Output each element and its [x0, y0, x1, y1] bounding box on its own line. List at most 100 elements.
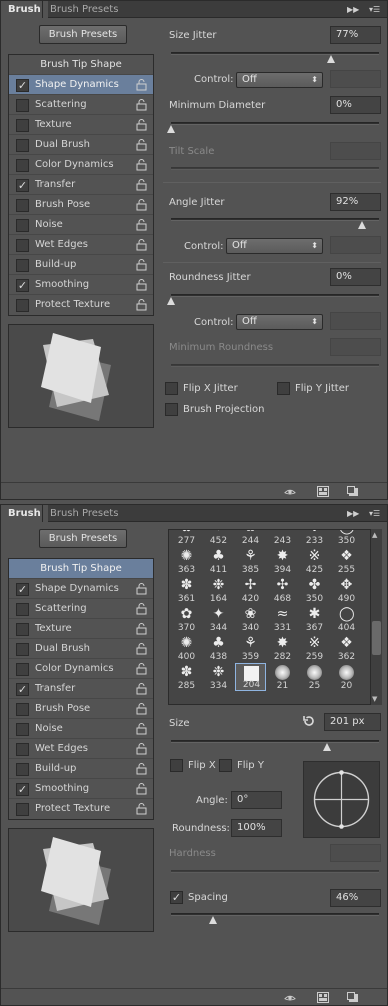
brush-tip-cell[interactable]: ✺ 363: [171, 547, 202, 576]
brush-presets-button[interactable]: Brush Presets: [39, 25, 127, 44]
lock-icon[interactable]: [136, 603, 147, 615]
sidebar-item-smoothing[interactable]: ✓ Smoothing: [9, 779, 153, 799]
lock-icon[interactable]: [136, 179, 147, 191]
lock-icon[interactable]: [136, 219, 147, 231]
color-dynamics-checkbox[interactable]: [16, 159, 29, 172]
size-jitter-input[interactable]: 77%: [330, 26, 381, 44]
shape-dynamics-checkbox[interactable]: ✓: [16, 583, 29, 596]
sidebar-item-texture[interactable]: Texture: [9, 115, 153, 135]
sidebar-item-protect-texture[interactable]: Protect Texture: [9, 295, 153, 315]
spacing-checkbox[interactable]: ✓: [170, 891, 183, 904]
flip-x-jitter-checkbox[interactable]: [165, 382, 178, 395]
brush-tip-cell[interactable]: ✦452: [203, 530, 234, 546]
size-slider-thumb[interactable]: [323, 743, 331, 751]
minimum-diameter-slider-thumb[interactable]: [167, 125, 175, 133]
noise-checkbox[interactable]: [16, 219, 29, 232]
brush-tip-cell[interactable]: ✥ 490: [331, 576, 362, 605]
brush-tip-cell[interactable]: ※ 425: [299, 547, 330, 576]
sidebar-item-brush-tip-shape[interactable]: Brush Tip Shape: [9, 559, 153, 579]
brush-tip-cell[interactable]: ✽ 285: [171, 663, 202, 692]
lock-icon[interactable]: [136, 763, 147, 775]
sidebar-item-wet-edges[interactable]: Wet Edges: [9, 235, 153, 255]
lock-icon[interactable]: [136, 279, 147, 291]
roundness-jitter-slider-thumb[interactable]: [167, 297, 175, 305]
sidebar-item-build-up[interactable]: Build-up: [9, 255, 153, 275]
lock-icon[interactable]: [136, 79, 147, 91]
new-preset-icon[interactable]: [347, 486, 359, 497]
sidebar-item-dual-brush[interactable]: Dual Brush: [9, 135, 153, 155]
brush-tip-cell[interactable]: ❀ 340: [235, 605, 266, 634]
brush-pose-checkbox[interactable]: [16, 199, 29, 212]
panel-menu-icon[interactable]: ▾☰: [369, 3, 380, 16]
lock-icon[interactable]: [136, 259, 147, 271]
lock-icon[interactable]: [136, 643, 147, 655]
sidebar-item-noise[interactable]: Noise: [9, 719, 153, 739]
build-up-checkbox[interactable]: [16, 763, 29, 776]
angle-input[interactable]: 0°: [231, 791, 282, 809]
protect-texture-checkbox[interactable]: [16, 299, 29, 312]
brush-tip-cell[interactable]: 21: [267, 663, 298, 691]
dual-brush-checkbox[interactable]: [16, 139, 29, 152]
sidebar-item-transfer[interactable]: ✓ Transfer: [9, 679, 153, 699]
brush-tip-cell[interactable]: ✦ 344: [203, 605, 234, 634]
build-up-checkbox[interactable]: [16, 259, 29, 272]
angle-jitter-input[interactable]: 92%: [330, 193, 381, 211]
sidebar-item-scattering[interactable]: Scattering: [9, 95, 153, 115]
brush-tip-cell[interactable]: ◯ 404: [331, 605, 362, 634]
sidebar-item-transfer[interactable]: ✓ Transfer: [9, 175, 153, 195]
brush-tip-cell[interactable]: 25: [299, 663, 330, 691]
roundness-jitter-slider[interactable]: [171, 294, 379, 297]
lock-icon[interactable]: [136, 299, 147, 311]
color-dynamics-checkbox[interactable]: [16, 663, 29, 676]
brush-presets-button[interactable]: Brush Presets: [39, 529, 127, 548]
collapse-icon[interactable]: ▶▶: [347, 3, 359, 16]
transfer-checkbox[interactable]: ✓: [16, 179, 29, 192]
sidebar-item-color-dynamics[interactable]: Color Dynamics: [9, 155, 153, 175]
tab-brush-presets[interactable]: Brush Presets: [42, 505, 125, 522]
brush-tip-cell[interactable]: ❖ 362: [331, 634, 362, 663]
brush-tip-scrollbar[interactable]: ▲ ▼: [370, 529, 382, 705]
brush-tip-cell[interactable]: ♣ 411: [203, 547, 234, 576]
tab-brush[interactable]: Brush: [1, 1, 48, 18]
scroll-thumb[interactable]: [372, 621, 381, 655]
brush-tip-cell[interactable]: ✽ 361: [171, 576, 202, 605]
brush-tip-cell[interactable]: ✿ 370: [171, 605, 202, 634]
sidebar-item-build-up[interactable]: Build-up: [9, 759, 153, 779]
sidebar-item-color-dynamics[interactable]: Color Dynamics: [9, 659, 153, 679]
brush-tip-cell[interactable]: ◯350: [331, 530, 362, 546]
lock-icon[interactable]: [136, 803, 147, 815]
wet-edges-checkbox[interactable]: [16, 743, 29, 756]
sidebar-item-protect-texture[interactable]: Protect Texture: [9, 799, 153, 819]
sidebar-item-brush-pose[interactable]: Brush Pose: [9, 699, 153, 719]
noise-checkbox[interactable]: [16, 723, 29, 736]
spacing-input[interactable]: 46%: [330, 889, 381, 907]
spacing-slider-thumb[interactable]: [208, 916, 217, 924]
smoothing-checkbox[interactable]: ✓: [16, 279, 29, 292]
brush-tip-cell[interactable]: ≈243: [267, 530, 298, 546]
sidebar-item-brush-tip-shape[interactable]: Brush Tip Shape: [9, 55, 153, 75]
sidebar-item-wet-edges[interactable]: Wet Edges: [9, 739, 153, 759]
sidebar-item-texture[interactable]: Texture: [9, 619, 153, 639]
angle-roundness-circle-icon[interactable]: [304, 762, 379, 837]
shape-dynamics-checkbox[interactable]: ✓: [16, 79, 29, 92]
sidebar-item-brush-pose[interactable]: Brush Pose: [9, 195, 153, 215]
lock-icon[interactable]: [136, 583, 147, 595]
scattering-checkbox[interactable]: [16, 99, 29, 112]
brush-projection-checkbox[interactable]: [165, 403, 178, 416]
reset-size-icon[interactable]: [302, 714, 316, 728]
size-jitter-slider[interactable]: [171, 52, 379, 55]
tab-brush[interactable]: Brush: [1, 505, 48, 522]
lock-icon[interactable]: [136, 239, 147, 251]
lock-icon[interactable]: [136, 743, 147, 755]
wet-edges-checkbox[interactable]: [16, 239, 29, 252]
brush-tip-cell[interactable]: ❀244: [235, 530, 266, 546]
roundness-jitter-input[interactable]: 0%: [330, 268, 381, 286]
size-slider[interactable]: [171, 740, 379, 743]
roundness-jitter-control-select[interactable]: Off ⬍: [236, 314, 323, 330]
brush-tip-cell[interactable]: ✤ 350: [299, 576, 330, 605]
texture-checkbox[interactable]: [16, 119, 29, 132]
lock-icon[interactable]: [136, 119, 147, 131]
dual-brush-checkbox[interactable]: [16, 643, 29, 656]
brush-grid-icon[interactable]: [317, 486, 329, 497]
sidebar-item-smoothing[interactable]: ✓ Smoothing: [9, 275, 153, 295]
